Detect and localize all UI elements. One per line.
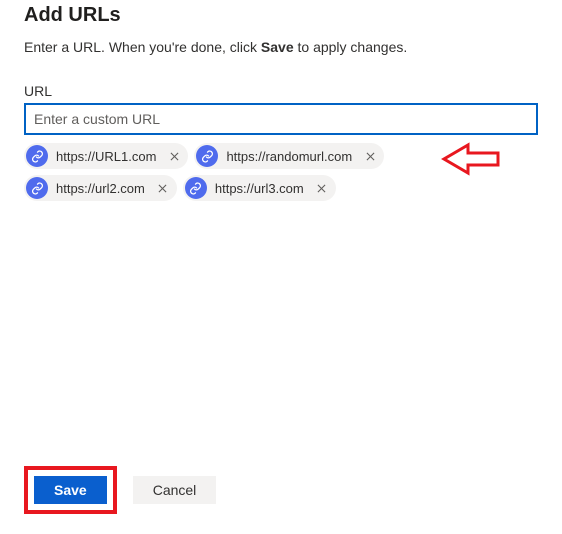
save-button[interactable]: Save <box>34 476 107 504</box>
url-chip[interactable]: https://URL1.com <box>24 143 188 169</box>
annotation-save-highlight: Save <box>24 466 117 514</box>
subtitle-bold: Save <box>261 39 294 55</box>
link-icon <box>26 145 48 167</box>
url-chip-list: https://URL1.com https://randomurl.com h… <box>24 143 538 201</box>
url-chip-label: https://randomurl.com <box>226 149 360 164</box>
url-input[interactable] <box>24 103 538 135</box>
dialog-footer: Save Cancel <box>24 466 216 514</box>
url-chip[interactable]: https://randomurl.com <box>194 143 384 169</box>
link-icon <box>26 177 48 199</box>
remove-chip-icon[interactable] <box>312 178 332 198</box>
cancel-button[interactable]: Cancel <box>133 476 217 504</box>
link-icon <box>185 177 207 199</box>
link-icon <box>196 145 218 167</box>
url-chip-label: https://url2.com <box>56 181 153 196</box>
url-chip[interactable]: https://url2.com <box>24 175 177 201</box>
subtitle-post: to apply changes. <box>294 39 408 55</box>
url-chip[interactable]: https://url3.com <box>183 175 336 201</box>
page-subtitle: Enter a URL. When you're done, click Sav… <box>24 39 538 55</box>
remove-chip-icon[interactable] <box>164 146 184 166</box>
url-chip-label: https://URL1.com <box>56 149 164 164</box>
url-chip-label: https://url3.com <box>215 181 312 196</box>
remove-chip-icon[interactable] <box>360 146 380 166</box>
subtitle-pre: Enter a URL. When you're done, click <box>24 39 261 55</box>
remove-chip-icon[interactable] <box>153 178 173 198</box>
page-title: Add URLs <box>24 4 538 27</box>
url-field-label: URL <box>24 83 538 99</box>
